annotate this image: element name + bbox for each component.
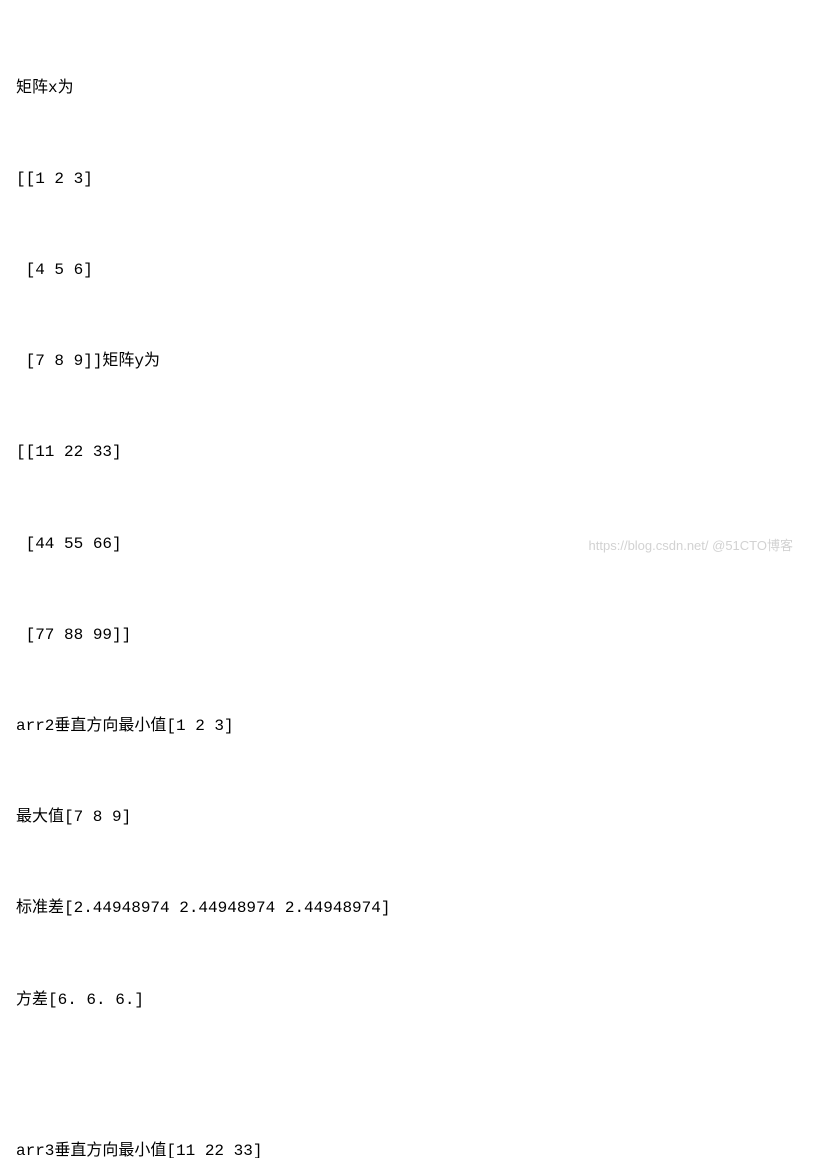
output-line: [44 55 66] [16, 529, 797, 559]
output-line: arr3垂直方向最小值[11 22 33] [16, 1136, 797, 1158]
output-line: 最大值[7 8 9] [16, 802, 797, 832]
output-line: 矩阵x为 [16, 73, 797, 103]
output-line: [4 5 6] [16, 255, 797, 285]
console-output: 矩阵x为 [[1 2 3] [4 5 6] [7 8 9]]矩阵y为 [[11 … [16, 12, 797, 1158]
output-line: 方差[6. 6. 6.] [16, 985, 797, 1015]
output-line: 标准差[2.44948974 2.44948974 2.44948974] [16, 893, 797, 923]
output-line: arr2垂直方向最小值[1 2 3] [16, 711, 797, 741]
output-line: [[11 22 33] [16, 437, 797, 467]
output-line: [77 88 99]] [16, 620, 797, 650]
output-line: [[1 2 3] [16, 164, 797, 194]
output-line: [7 8 9]]矩阵y为 [16, 346, 797, 376]
